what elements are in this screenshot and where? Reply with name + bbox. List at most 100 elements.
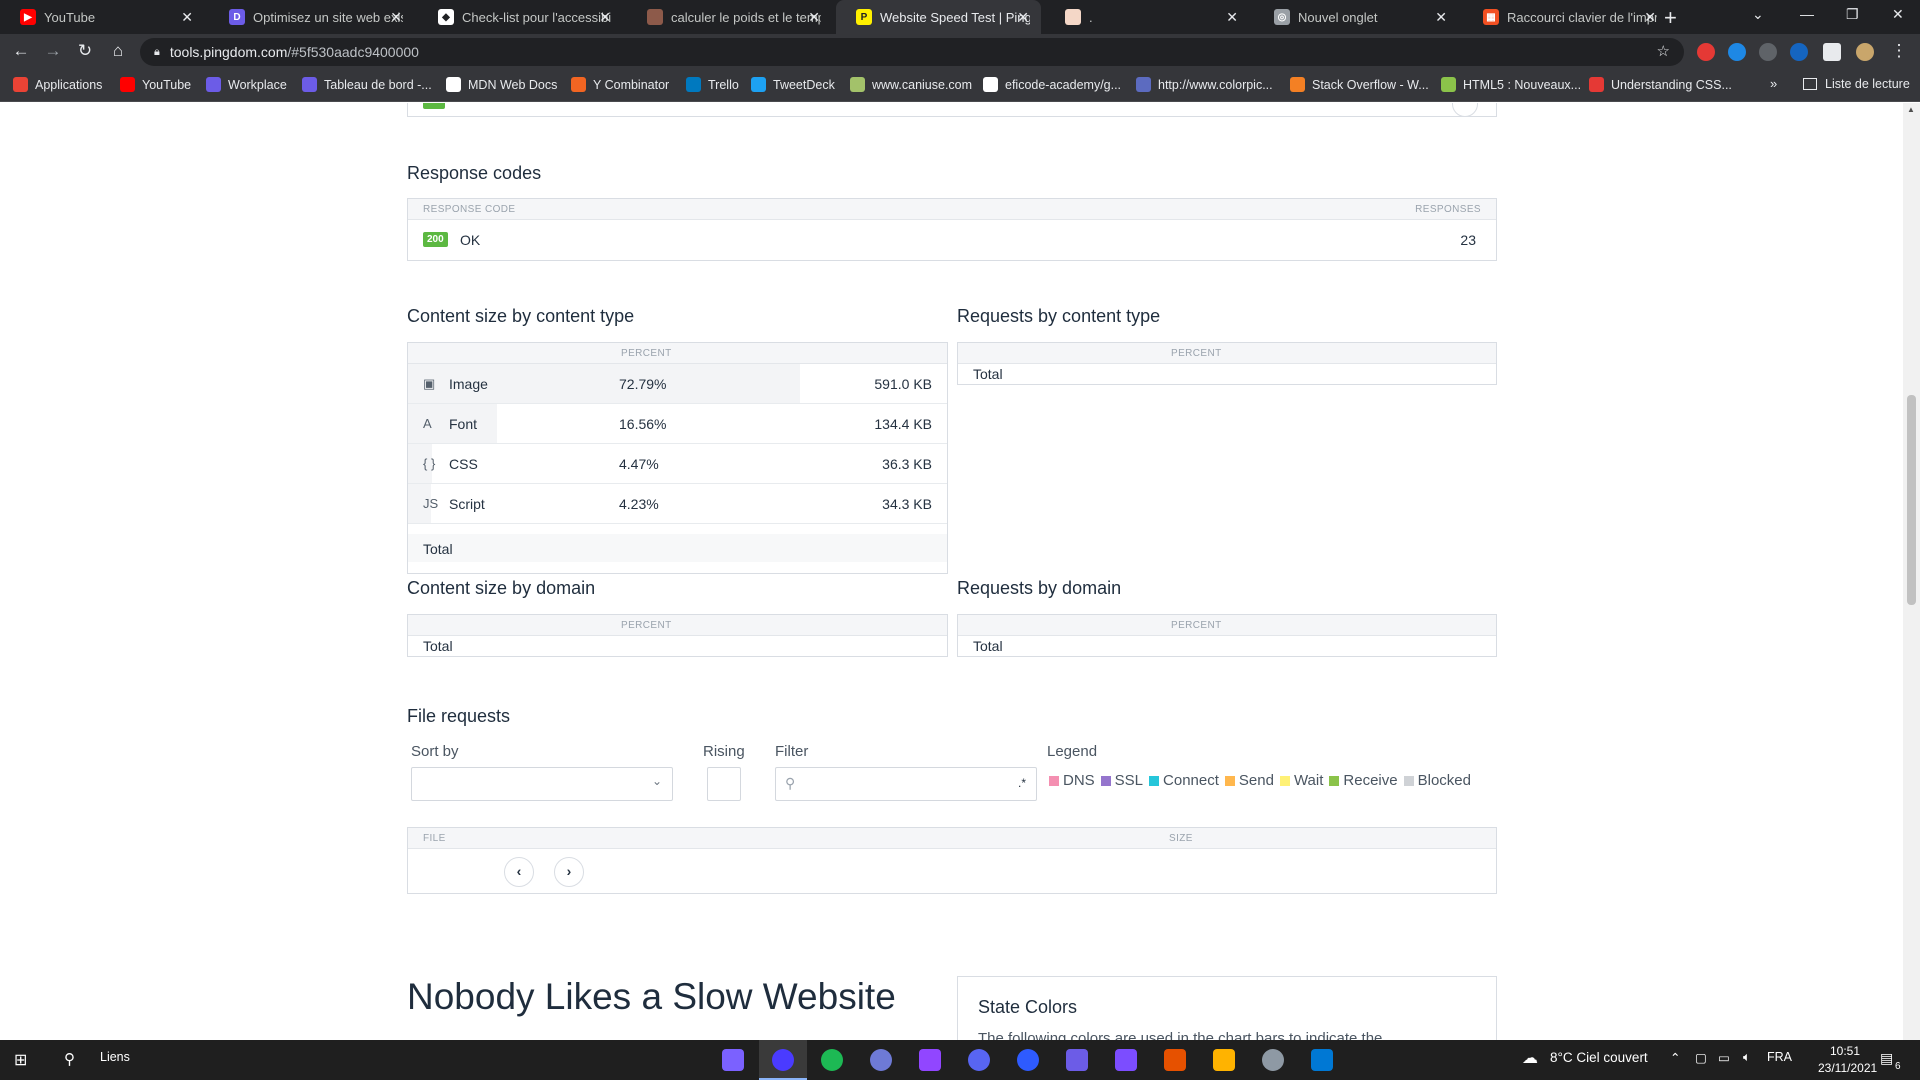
weather-text[interactable]: 8°C Ciel couvert	[1550, 1050, 1648, 1065]
browser-tab[interactable]: calculer le poids et le temp ✕	[627, 0, 832, 34]
bookmark-label: Trello	[708, 77, 739, 92]
tab-title: Check-list pour l'accessibil	[462, 9, 612, 25]
extension-icon[interactable]	[1728, 43, 1746, 61]
winrar-icon[interactable]	[1164, 1049, 1186, 1071]
profile-avatar[interactable]	[1856, 43, 1874, 61]
tray-app-icon[interactable]: ▢	[1695, 1050, 1707, 1065]
sort-by-select[interactable]: ⌄	[411, 767, 673, 801]
close-window-button[interactable]: ✕	[1892, 6, 1904, 23]
browser-tab[interactable]: P Website Speed Test | Pingd ✕	[836, 0, 1041, 34]
close-tab-icon[interactable]: ✕	[808, 9, 820, 26]
search-icon[interactable]: ⚲	[64, 1050, 75, 1068]
discord-icon[interactable]	[968, 1049, 990, 1071]
close-tab-icon[interactable]: ✕	[599, 9, 611, 26]
next-page-button[interactable]: ›	[554, 857, 584, 887]
table-header: FILE SIZE	[408, 828, 1496, 849]
regex-toggle[interactable]: .*	[1018, 776, 1026, 790]
tray-chevron-icon[interactable]: ⌃	[1670, 1050, 1680, 1065]
bookmark-star-icon[interactable]: ☆	[1657, 42, 1670, 60]
extension-icon[interactable]	[1697, 43, 1715, 61]
clock-time[interactable]: 10:51	[1830, 1044, 1860, 1058]
table-header: PERCENT	[408, 343, 947, 364]
bookmark-item[interactable]: http://www.colorpic...	[1136, 77, 1273, 92]
minimize-button[interactable]: —	[1800, 6, 1814, 22]
scroll-up-icon[interactable]: ▲	[1907, 105, 1915, 114]
browser-tab[interactable]: D Optimisez un site web exis ✕	[209, 0, 414, 34]
twitch-icon[interactable]	[919, 1049, 941, 1071]
app-icon[interactable]	[1066, 1049, 1088, 1071]
bookmarks-more-button[interactable]: »	[1770, 76, 1777, 91]
total-label: Total	[423, 541, 453, 557]
maximize-button[interactable]: ❐	[1846, 6, 1859, 23]
photos-icon[interactable]	[1311, 1049, 1333, 1071]
table-row: A Font 16.56% 134.4 KB	[408, 404, 947, 444]
tab-search-icon[interactable]: ⌄	[1752, 6, 1764, 23]
close-tab-icon[interactable]: ✕	[1017, 9, 1029, 26]
browser-app-icon[interactable]	[772, 1049, 794, 1071]
close-tab-icon[interactable]: ✕	[1644, 9, 1656, 26]
bookmark-item[interactable]: Stack Overflow - W...	[1290, 77, 1429, 92]
reload-icon[interactable]: ↻	[74, 41, 96, 61]
volume-icon[interactable]: 🔈︎	[1743, 1050, 1751, 1065]
bookmark-item[interactable]: HTML5 : Nouveaux...	[1441, 77, 1581, 92]
app-icon[interactable]	[1017, 1049, 1039, 1071]
previous-page-button[interactable]: ‹	[504, 857, 534, 887]
bookmark-item[interactable]: Understanding CSS...	[1589, 77, 1732, 92]
windows-start-icon[interactable]: ⊞	[14, 1050, 27, 1070]
bookmark-favicon-icon	[446, 77, 461, 92]
filter-input[interactable]: ⚲ .*	[775, 767, 1037, 801]
status-text: OK	[460, 232, 481, 248]
taskbar-links-label[interactable]: Liens	[100, 1050, 130, 1064]
bookmark-item[interactable]: YouTube	[120, 77, 191, 92]
bookmark-item[interactable]: TweetDeck	[751, 77, 835, 92]
extension-icon[interactable]	[1790, 43, 1808, 61]
browser-tab[interactable]: ▶ YouTube ✕	[0, 0, 205, 34]
home-icon[interactable]: ⌂	[107, 41, 129, 61]
language-indicator[interactable]: FRA	[1767, 1050, 1792, 1064]
new-tab-button[interactable]: +	[1664, 5, 1677, 31]
file-explorer-icon[interactable]	[1213, 1049, 1235, 1071]
puzzle-icon[interactable]	[1823, 43, 1841, 61]
bookmark-item[interactable]: Tableau de bord -...	[302, 77, 432, 92]
chrome-icon[interactable]	[1262, 1049, 1284, 1071]
menu-icon[interactable]: ⋮	[1888, 41, 1910, 61]
rising-checkbox[interactable]	[707, 767, 741, 801]
bookmark-item[interactable]: Trello	[686, 77, 739, 92]
bookmark-item[interactable]: Y Combinator	[571, 77, 669, 92]
round-button[interactable]	[1452, 103, 1478, 117]
close-tab-icon[interactable]: ✕	[1226, 9, 1238, 26]
reading-list-button[interactable]: Liste de lecture	[1803, 77, 1910, 91]
back-icon[interactable]: ←	[10, 41, 32, 61]
address-bar[interactable]: 🔒︎ tools.pingdom.com /#5f530aadc9400000 …	[140, 38, 1684, 66]
page-scrollbar[interactable]: ▲	[1903, 103, 1920, 1040]
content-size-type-title: Content size by content type	[407, 306, 635, 326]
notifications-icon[interactable]: ▤	[1880, 1050, 1893, 1067]
weather-icon[interactable]: ☁	[1522, 1048, 1538, 1068]
bookmark-label: eficode-academy/g...	[1005, 77, 1122, 92]
browser-tab[interactable]: ◎ Nouvel onglet ✕	[1254, 0, 1459, 34]
extension-icon[interactable]	[1759, 43, 1777, 61]
close-tab-icon[interactable]: ✕	[390, 9, 402, 26]
close-tab-icon[interactable]: ✕	[1435, 9, 1447, 26]
visual-studio-icon[interactable]	[722, 1049, 744, 1071]
lock-icon[interactable]: 🔒︎	[154, 46, 160, 59]
close-tab-icon[interactable]: ✕	[181, 9, 193, 26]
bookmark-item[interactable]: www.caniuse.com	[850, 77, 972, 92]
browser-tab[interactable]: . ✕	[1045, 0, 1250, 34]
scrollbar-thumb[interactable]	[1907, 395, 1916, 605]
bookmark-item[interactable]: eficode-academy/g...	[983, 77, 1121, 92]
bookmark-label: Stack Overflow - W...	[1312, 77, 1429, 92]
bookmark-item[interactable]: Workplace	[206, 77, 287, 92]
obs-icon[interactable]	[870, 1049, 892, 1071]
bookmark-item[interactable]: Applications	[13, 77, 102, 92]
browser-tab[interactable]: ◆ Check-list pour l'accessibil ✕	[418, 0, 623, 34]
app-icon[interactable]	[1115, 1049, 1137, 1071]
browser-tab[interactable]: ▦ Raccourci clavier de l'impr ✕	[1463, 0, 1668, 34]
page-viewport: Response codes RESPONSE CODE RESPONSES 2…	[0, 103, 1920, 1040]
network-icon[interactable]: ▭	[1718, 1050, 1730, 1065]
spotify-icon[interactable]	[821, 1049, 843, 1071]
bookmark-item[interactable]: MDN Web Docs	[446, 77, 557, 92]
clock-date[interactable]: 23/11/2021	[1818, 1061, 1877, 1075]
forward-icon[interactable]: →	[42, 41, 64, 61]
content-type-label: CSS	[449, 456, 478, 472]
